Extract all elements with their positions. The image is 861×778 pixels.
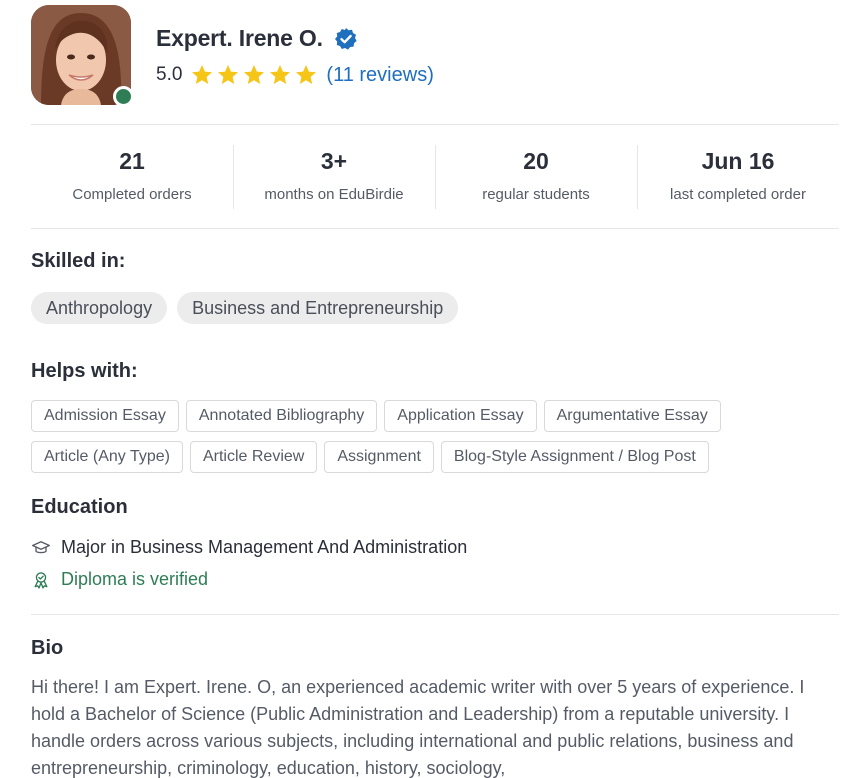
help-tag: Article Review bbox=[189, 441, 318, 473]
expert-name: Expert. Irene O. bbox=[156, 25, 323, 51]
stat-value: Jun 16 bbox=[701, 148, 775, 174]
help-tag: Admission Essay bbox=[31, 400, 179, 432]
star-icon bbox=[244, 65, 265, 84]
help-tag: Assignment bbox=[324, 441, 434, 473]
graduation-cap-icon bbox=[31, 540, 50, 553]
skill-tag: Anthropology bbox=[31, 292, 168, 324]
diploma-verified-row: Diploma is verified bbox=[31, 569, 208, 590]
rating-row: 5.0 (11 reviews) bbox=[156, 63, 434, 87]
help-tag: Article (Any Type) bbox=[31, 441, 183, 473]
stat-completed-orders: 21 Completed orders bbox=[31, 145, 233, 209]
stats-bar: 21 Completed orders 3+ months on EduBird… bbox=[31, 145, 839, 209]
helps-with-tags: Admission Essay Annotated Bibliography A… bbox=[31, 400, 839, 473]
star-icon bbox=[270, 65, 291, 84]
divider bbox=[31, 228, 839, 229]
bio-text: Hi there! I am Expert. Irene. O, an expe… bbox=[31, 677, 805, 778]
skill-tag: Business and Entrepreneurship bbox=[177, 292, 459, 324]
divider bbox=[31, 124, 839, 125]
help-tag: Argumentative Essay bbox=[543, 400, 721, 432]
stat-label: months on EduBirdie bbox=[264, 186, 404, 203]
stat-value: 20 bbox=[523, 148, 549, 174]
education-major-row: Major in Business Management And Adminis… bbox=[31, 537, 467, 558]
help-tag: Blog-Style Assignment / Blog Post bbox=[440, 441, 709, 473]
online-status-indicator bbox=[113, 86, 134, 107]
help-tag: Annotated Bibliography bbox=[185, 400, 378, 432]
stat-last-completed-order: Jun 16 last completed order bbox=[637, 145, 839, 209]
education-major: Major in Business Management And Adminis… bbox=[61, 537, 468, 557]
skilled-in-tags: Anthropology Business and Entrepreneursh… bbox=[31, 292, 459, 324]
stat-value: 3+ bbox=[320, 148, 348, 174]
diploma-verified-text: Diploma is verified bbox=[61, 569, 209, 589]
verified-badge-icon bbox=[334, 27, 357, 50]
award-ribbon-icon bbox=[34, 571, 48, 589]
star-icon bbox=[296, 65, 317, 84]
helps-with-title: Helps with: bbox=[31, 360, 138, 382]
reviews-link[interactable]: (11 reviews) bbox=[326, 64, 433, 87]
stat-label: regular students bbox=[482, 186, 590, 203]
stat-label: Completed orders bbox=[72, 186, 192, 203]
divider bbox=[31, 614, 839, 615]
star-rating bbox=[190, 63, 318, 87]
rating-value: 5.0 bbox=[156, 64, 183, 85]
education-title: Education bbox=[31, 496, 128, 518]
stat-label: last completed order bbox=[670, 186, 806, 203]
star-icon bbox=[192, 65, 213, 84]
skilled-in-title: Skilled in: bbox=[31, 250, 126, 272]
bio-title: Bio bbox=[31, 637, 64, 659]
profile-header: Expert. Irene O. 5.0 (11 reviews) bbox=[31, 5, 839, 107]
star-icon bbox=[218, 65, 239, 84]
name-row: Expert. Irene O. bbox=[156, 25, 358, 52]
stat-regular-students: 20 regular students bbox=[435, 145, 637, 209]
help-tag: Application Essay bbox=[384, 400, 537, 432]
stat-value: 21 bbox=[119, 148, 145, 174]
stat-months-on-platform: 3+ months on EduBirdie bbox=[233, 145, 435, 209]
